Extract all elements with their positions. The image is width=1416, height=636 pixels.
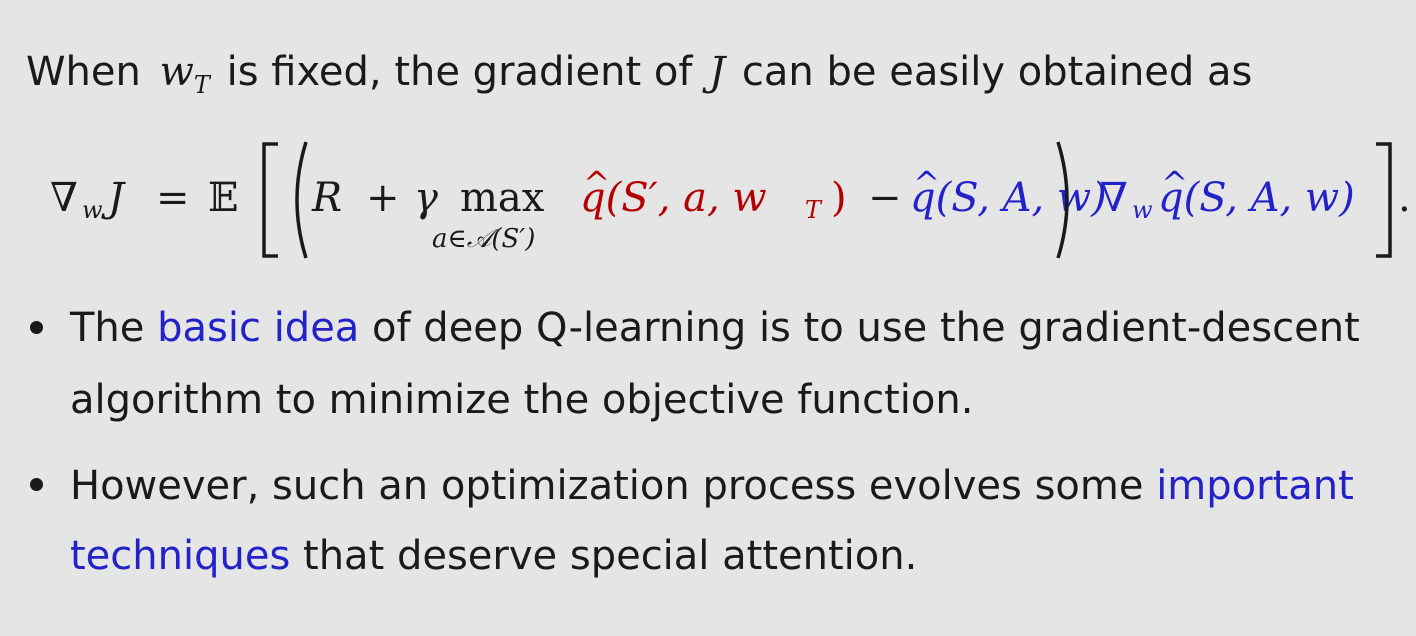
intro-text-after: can be easily obtained as	[741, 49, 1253, 95]
slide: When wT is fixed, the gradient of J can …	[0, 0, 1416, 636]
bullet-2-text-post: that deserve special attention.	[303, 533, 918, 579]
expectation-operator: 𝔼	[208, 175, 239, 221]
left-square-bracket	[262, 142, 278, 258]
equals-sign: =	[156, 175, 190, 221]
right-square-bracket	[1376, 142, 1392, 258]
target-q-text: q(S′, a, w	[580, 167, 767, 218]
left-paren	[295, 141, 308, 259]
intro-text-before: When	[26, 49, 141, 95]
lhs-sub-w: w	[82, 196, 103, 224]
bullet-1-dot	[30, 321, 43, 334]
minus-sign: −	[868, 175, 902, 221]
grad-nabla: ∇	[1100, 175, 1128, 221]
bullet-2-highlight-1: important	[1156, 463, 1354, 509]
gamma: γ	[414, 175, 438, 221]
bullet-2-text-pre: However, such an optimization process ev…	[70, 463, 1144, 509]
target-q-value: q(S′, a, w	[580, 167, 767, 218]
intro-text-middle: is fixed, the gradient of	[226, 49, 693, 95]
lhs-j: J	[108, 175, 125, 221]
grad-q-text: q(S, A, w)	[1158, 167, 1355, 218]
bullet-1-text-line2: algorithm to minimize the objective func…	[70, 377, 974, 423]
bullet-2-highlight-2: techniques	[70, 533, 291, 579]
bullet-2-line-2: techniques that deserve special attentio…	[70, 536, 917, 576]
grad-q-value: q(S, A, w)	[1158, 167, 1355, 218]
intro-var-w: wT	[159, 49, 210, 99]
bullet-2-line-1: However, such an optimization process ev…	[70, 466, 1354, 506]
bullet-1-line-1: The basic idea of deep Q-learning is to …	[70, 308, 1360, 348]
equation-period: .	[1398, 175, 1411, 221]
right-paren	[1056, 141, 1069, 259]
bullet-1-highlight: basic idea	[157, 305, 360, 351]
lhs-nabla: ∇	[50, 175, 78, 221]
bullet-1-line-2: algorithm to minimize the objective func…	[70, 380, 973, 420]
intro-var-j: J	[709, 49, 726, 95]
plus-sign: +	[366, 175, 400, 221]
max-operator: max	[460, 175, 545, 221]
gradient-equation: ∇ w J = 𝔼 R + γ max a∈𝒜(S′) q(S′, a, w T…	[48, 132, 1411, 272]
intro-line: When wT is fixed, the gradient of J can …	[26, 49, 1253, 99]
target-close-paren: )	[831, 175, 847, 221]
bullet-2-dot	[30, 478, 43, 491]
bullet-1-text-post: of deep Q-learning is to use the gradien…	[372, 305, 1360, 351]
max-subscript: a∈𝒜(S′)	[432, 224, 536, 254]
target-sub-t: T	[805, 196, 822, 224]
bullet-1-text-pre: The	[70, 305, 145, 351]
reward-r: R	[312, 175, 343, 221]
grad-sub-w: w	[1132, 196, 1153, 224]
